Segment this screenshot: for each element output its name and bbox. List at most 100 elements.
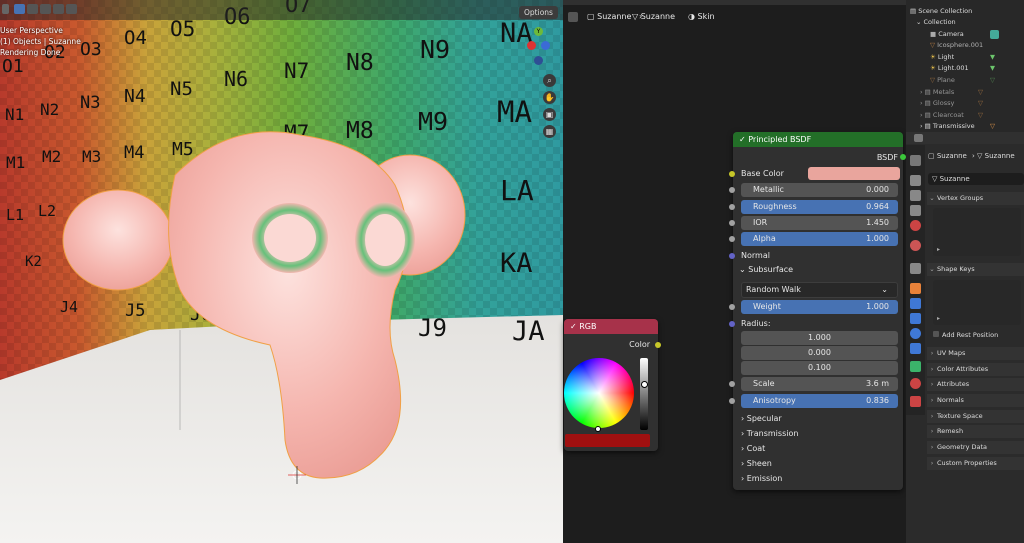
weight-field[interactable]: Weight 1.000 [741,300,898,314]
anisotropy-field[interactable]: Anisotropy 0.836 [741,394,898,408]
outliner-transmissive[interactable]: › ▤ Transmissive ▽ [906,121,1024,133]
outliner-glossy[interactable]: › ▤ Glossy ▽ [906,98,1024,110]
mesh-data-tab-icon[interactable] [910,361,921,372]
properties-tabs[interactable] [906,145,925,415]
base-color-socket[interactable] [729,171,735,177]
geometry-data-panel[interactable]: › Geometry Data [927,441,1024,454]
value-slider[interactable] [640,358,648,430]
outliner-camera[interactable]: ■ Camera [906,29,1024,41]
constraints-tab-icon[interactable] [910,343,921,354]
metallic-socket[interactable] [729,187,735,193]
vertex-groups-panel[interactable]: ⌄ Vertex Groups [927,192,1024,205]
props-breadcrumb-mesh[interactable]: › ▽ Suzanne [972,152,1015,160]
coat-panel[interactable]: › Coat [741,444,765,453]
roughness-field[interactable]: Roughness 0.964 [741,200,898,214]
camera-view-icon[interactable]: ▣ [543,108,556,121]
normal-socket[interactable] [729,253,735,259]
outliner-light[interactable]: ☀ Light ▼ [906,52,1024,64]
add-rest-position-checkbox[interactable]: Add Rest Position [933,331,998,339]
gizmo-z-axis[interactable] [541,41,550,50]
alpha-socket[interactable] [729,236,735,242]
pin-icon[interactable] [568,12,578,22]
gizmo-x-axis[interactable] [527,41,536,50]
zoom-icon[interactable]: ⌕ [543,74,556,87]
transmission-panel[interactable]: › Transmission [741,429,798,438]
weight-socket[interactable] [729,304,735,310]
alpha-field[interactable]: Alpha 1.000 [741,232,898,246]
shape-keys-panel[interactable]: ⌄ Shape Keys [927,263,1024,276]
radius-y-field[interactable]: 0.000 [741,346,898,360]
scene-tab-icon[interactable] [910,220,921,231]
scale-socket[interactable] [729,381,735,387]
object-tab-icon[interactable] [910,283,921,294]
texture-space-panel[interactable]: › Texture Space [927,410,1024,423]
list-resize-icon[interactable]: ▸ [937,315,940,322]
scale-field[interactable]: Scale 3.6 m [741,377,898,391]
breadcrumb-object[interactable]: ▢ Suzanne [587,12,631,21]
gizmo-neg-z-axis[interactable] [534,56,543,65]
remesh-panel[interactable]: › Remesh [927,425,1024,438]
select-box-mode-icon[interactable] [14,4,25,14]
shader-node-editor[interactable]: ▢ Suzanne › ▽ Suzanne ◑ Skin ✓ RGB Color… [563,0,906,543]
breadcrumb-material[interactable]: ◑ Skin [688,12,715,21]
breadcrumb-mesh[interactable]: ▽ Suzanne [632,12,675,21]
view-layer-tab-icon[interactable] [910,205,921,216]
outliner-scene-collection[interactable]: ▤ Scene Collection [906,6,1024,18]
world-tab-icon[interactable] [910,240,921,251]
pan-hand-icon[interactable]: ✋ [543,91,556,104]
3d-viewport[interactable]: O1O2O3O4O5O6O7N1N2N3N4N5N6N7N8N9NAM1M2M3… [0,0,563,543]
physics-tab-icon[interactable] [910,328,921,339]
ior-field[interactable]: IOR 1.450 [741,216,898,230]
color-wheel[interactable] [564,358,634,432]
attributes-panel[interactable]: › Attributes [927,378,1024,391]
outliner-metals[interactable]: › ▤ Metals ▽ [906,87,1024,99]
outliner-collection[interactable]: ⌄ Collection [906,17,1024,29]
editor-type-icon[interactable] [2,4,9,14]
radius-x-field[interactable]: 1.000 [741,331,898,345]
roughness-socket[interactable] [729,204,735,210]
collapse-arrow-icon[interactable]: ✓ [570,322,579,331]
specular-panel[interactable]: › Specular [741,414,782,423]
collapse-arrow-icon[interactable]: ✓ [739,135,748,144]
anisotropy-socket[interactable] [729,398,735,404]
rgb-node[interactable]: ✓ RGB Color [564,319,661,451]
color-attributes-panel[interactable]: › Color Attributes [927,363,1024,376]
principled-bsdf-node[interactable]: ✓ Principled BSDF BSDF Base Color Metall… [729,132,906,490]
material-tab-icon[interactable] [910,378,921,389]
radius-socket[interactable] [729,321,735,327]
texture-tab-icon[interactable] [910,396,921,407]
editor-type-icon[interactable] [914,134,923,142]
metallic-field[interactable]: Metallic 0.000 [741,183,898,197]
outliner[interactable]: ▤ Scene Collection ⌄ Collection ■ Camera… [906,0,1024,132]
outliner-light-001[interactable]: ☀ Light.001 ▼ [906,63,1024,75]
uv-maps-panel[interactable]: › UV Maps [927,347,1024,360]
base-color-swatch[interactable] [808,167,900,180]
select-extend-mode-icon[interactable] [27,4,38,14]
normals-panel[interactable]: › Normals [927,394,1024,407]
select-subtract-mode-icon[interactable] [40,4,51,14]
modifier-wrench-icon[interactable] [910,298,921,309]
gizmo-y-axis[interactable]: Y [534,27,543,36]
viewport-header[interactable] [0,0,563,20]
rgb-node-header[interactable]: ✓ RGB [564,319,658,334]
options-dropdown[interactable]: Options [519,6,558,19]
particles-tab-icon[interactable] [910,313,921,324]
select-intersect-mode-icon[interactable] [66,4,77,14]
shape-keys-list[interactable]: ▸ [933,280,1021,325]
mesh-name-field[interactable]: ▽ Suzanne [928,173,1024,185]
emission-panel[interactable]: › Emission [741,474,782,483]
ior-socket[interactable] [729,220,735,226]
list-resize-icon[interactable]: ▸ [937,246,940,253]
grid-toggle-icon[interactable]: ▦ [543,125,556,138]
rgb-color-swatch[interactable] [565,434,650,447]
tool-tab-icon[interactable] [910,155,921,166]
output-tab-icon[interactable] [910,190,921,201]
vertex-groups-list[interactable]: ▸ [933,208,1021,256]
principled-bsdf-header[interactable]: ✓ Principled BSDF [733,132,903,147]
props-breadcrumb-object[interactable]: ▢ Suzanne [928,152,967,160]
render-tab-icon[interactable] [910,175,921,186]
outliner-clearcoat[interactable]: › ▤ Clearcoat ▽ [906,110,1024,122]
subsurface-method-dropdown[interactable]: Random Walk ⌄ [741,282,898,298]
sheen-panel[interactable]: › Sheen [741,459,772,468]
color-wheel-cursor[interactable] [595,426,601,432]
